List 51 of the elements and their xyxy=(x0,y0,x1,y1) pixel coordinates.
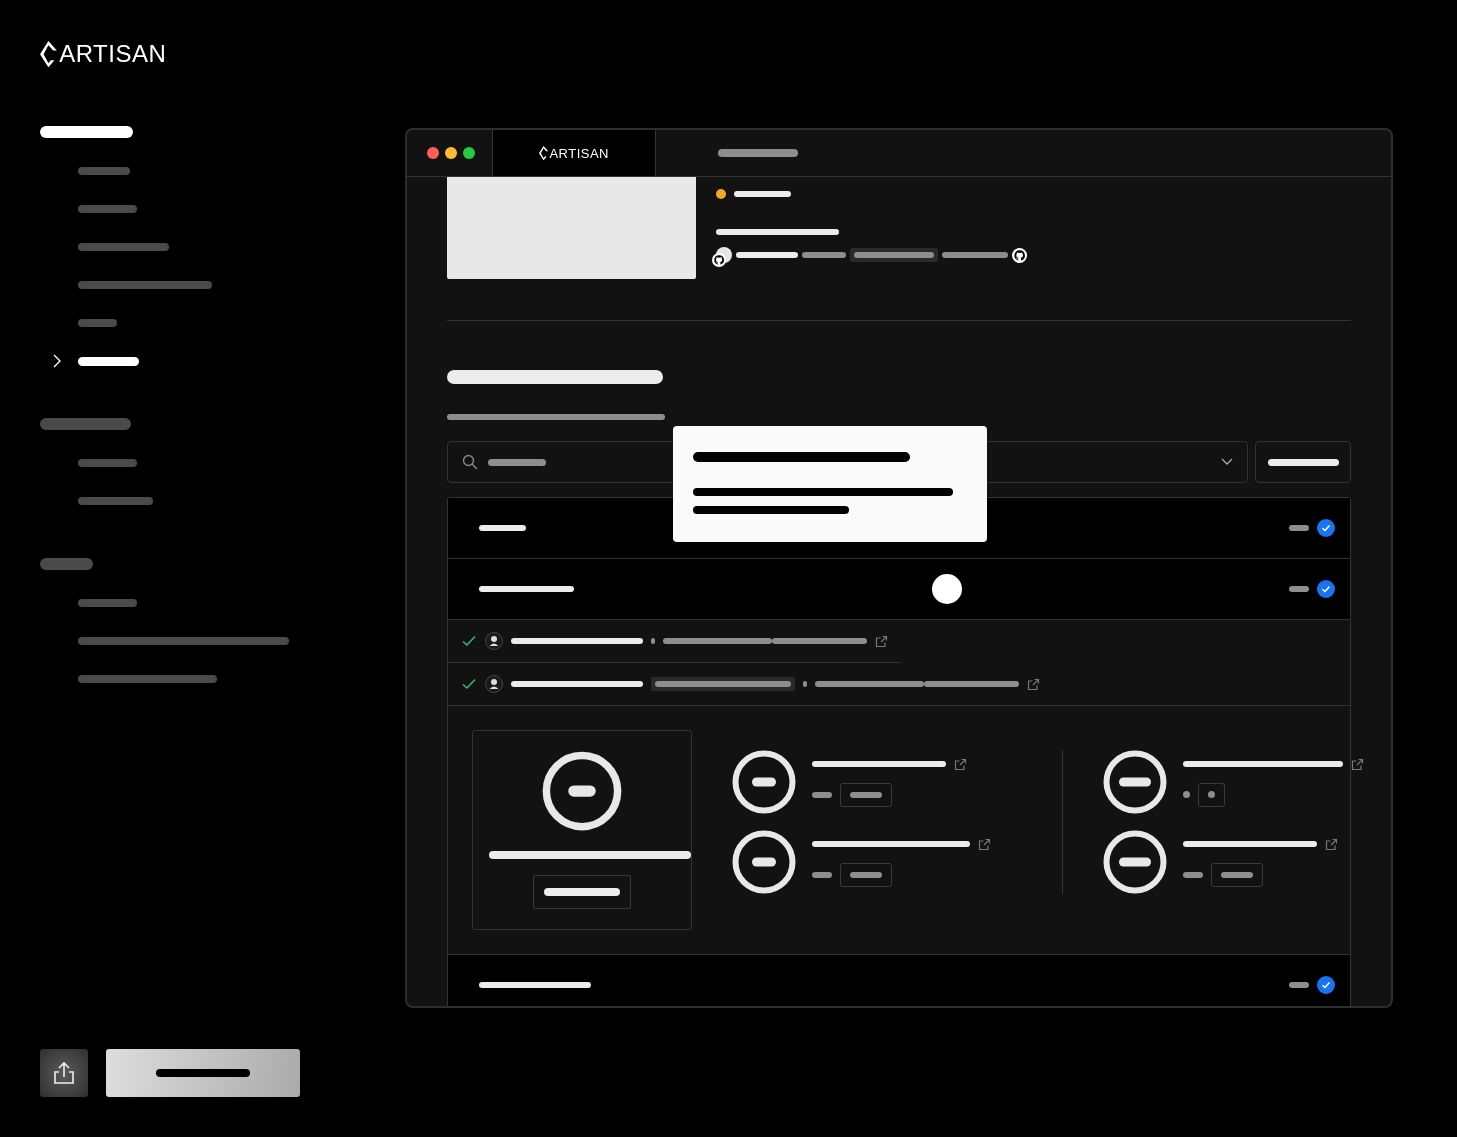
chevron-down-icon[interactable] xyxy=(1221,458,1233,466)
external-link-icon[interactable] xyxy=(1351,757,1364,771)
tag xyxy=(840,782,892,807)
window-control[interactable] xyxy=(445,147,457,159)
redacted-text xyxy=(1289,586,1309,592)
browser-tab[interactable]: ARTISAN xyxy=(493,130,656,176)
logo-icon xyxy=(539,145,549,161)
external-link-icon[interactable] xyxy=(1027,677,1040,691)
status-ring-icon xyxy=(1103,750,1167,814)
redacted-text xyxy=(1183,791,1190,798)
redacted-text xyxy=(803,681,807,687)
share-button[interactable] xyxy=(40,1049,88,1097)
external-link-icon[interactable] xyxy=(954,757,967,771)
redacted-text xyxy=(802,252,846,258)
primary-button[interactable] xyxy=(106,1049,300,1097)
brand-name: ARTISAN xyxy=(59,40,167,68)
redacted-text xyxy=(736,252,798,258)
github-icon[interactable] xyxy=(712,253,726,267)
github-icon[interactable] xyxy=(1012,247,1027,263)
nav-link[interactable] xyxy=(78,356,139,366)
avatar-icon xyxy=(485,632,503,650)
details-button[interactable] xyxy=(533,875,631,909)
redacted-text xyxy=(1289,982,1309,988)
redacted-text xyxy=(651,638,655,644)
cursor-dot xyxy=(931,574,962,604)
redacted-text xyxy=(812,871,832,878)
redacted-text xyxy=(479,525,526,531)
window-control[interactable] xyxy=(427,147,439,159)
filter-button[interactable] xyxy=(1255,441,1351,483)
status-ring-icon xyxy=(1103,830,1167,894)
status-ring-icon xyxy=(732,750,796,814)
tag xyxy=(840,862,892,887)
redacted-text xyxy=(734,191,791,197)
status-ring-icon xyxy=(542,751,622,831)
status-ring-icon xyxy=(732,830,796,894)
external-link-icon[interactable] xyxy=(978,837,991,851)
external-link-icon[interactable] xyxy=(875,634,888,648)
search-icon xyxy=(462,454,478,470)
redacted-text xyxy=(1183,871,1203,878)
redacted-text xyxy=(812,791,832,798)
external-link-icon[interactable] xyxy=(1325,837,1338,851)
check-row[interactable] xyxy=(448,559,1350,620)
tag xyxy=(1211,862,1263,887)
redacted-text xyxy=(1289,525,1309,531)
check-row[interactable] xyxy=(448,955,1350,1006)
avatar-icon xyxy=(485,675,503,693)
share-icon xyxy=(53,1061,75,1085)
logo-icon xyxy=(40,40,57,68)
window-control[interactable] xyxy=(463,147,475,159)
tag xyxy=(1198,782,1225,807)
redacted-text xyxy=(942,252,1008,258)
